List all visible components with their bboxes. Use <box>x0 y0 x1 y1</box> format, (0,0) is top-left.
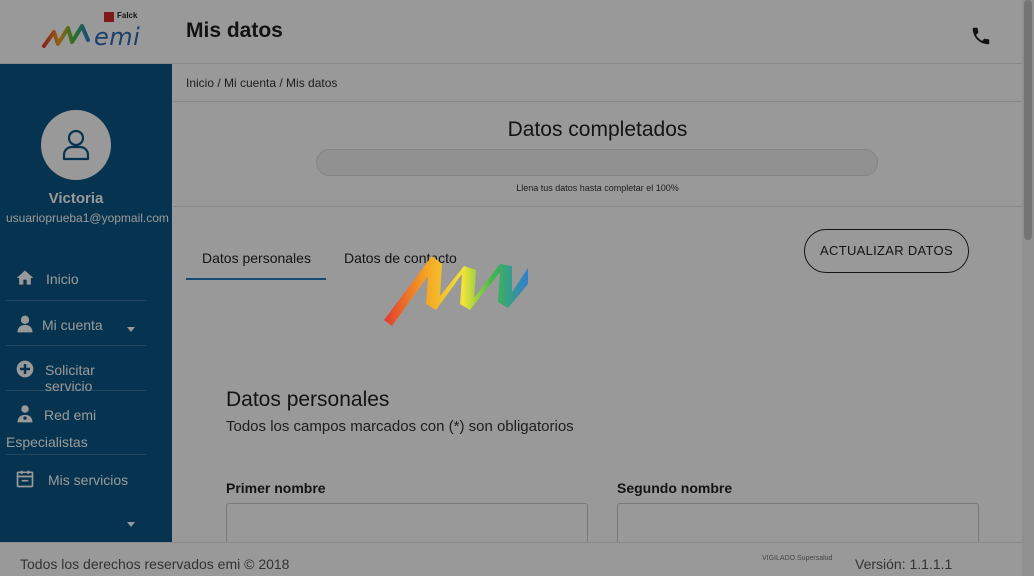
emi-loading-icon <box>384 256 528 326</box>
loading-overlay <box>0 0 1034 576</box>
